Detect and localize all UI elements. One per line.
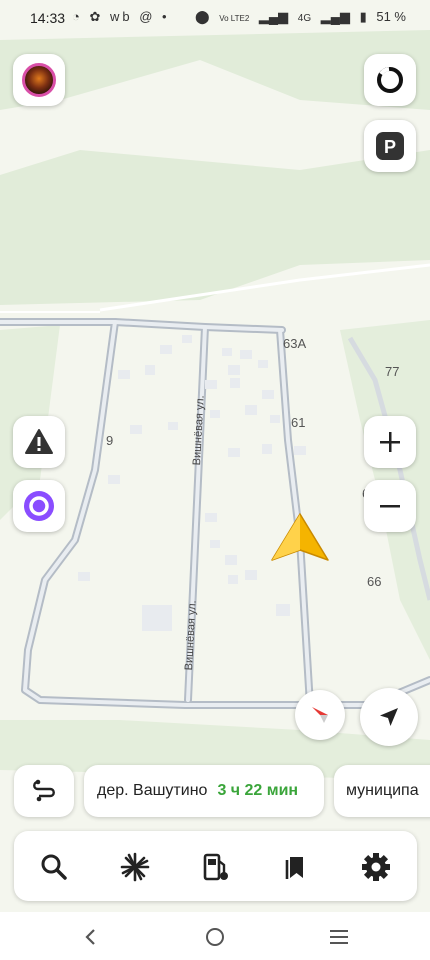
signal-icon: ▂▄▆ [258, 9, 289, 24]
next-chip[interactable]: муниципа [334, 765, 430, 817]
locate-me-button[interactable] [360, 688, 418, 746]
alice-ring-icon [377, 67, 403, 93]
location-icon: ⬤ [195, 9, 210, 24]
zoom-out-button[interactable] [364, 480, 416, 532]
back-chevron-icon [85, 929, 95, 945]
signal-type: 4G [297, 13, 312, 24]
fuel-button[interactable] [194, 845, 238, 889]
search-icon [41, 854, 67, 880]
house-number: 9 [106, 433, 114, 448]
system-nav-bar [0, 912, 430, 960]
location-arrow-icon [380, 708, 398, 726]
bookmarks-button[interactable] [274, 845, 318, 889]
settings-button[interactable] [354, 845, 398, 889]
route-options-button[interactable] [14, 765, 74, 817]
discovery-icon [120, 852, 150, 882]
back-button[interactable] [76, 922, 106, 952]
house-number: 61 [291, 415, 306, 430]
route-summary-chip[interactable]: дер. Вашутино 3 ч 22 мин [84, 765, 324, 817]
compass-button[interactable] [295, 690, 345, 740]
recents-button[interactable] [324, 922, 354, 952]
house-number: 77 [385, 364, 400, 379]
alice-icon [24, 491, 54, 521]
profile-button[interactable] [13, 54, 65, 106]
status-right: ⬤ Vo LTE2 ▂▄▆ 4G ▂▄▆ ▮ 51 % [189, 9, 406, 25]
menu-lines-icon [330, 930, 348, 944]
search-button[interactable] [32, 845, 76, 889]
signal-icon: ▂▄▆ [320, 9, 350, 24]
plus-icon [380, 432, 400, 452]
discovery-button[interactable] [113, 845, 157, 889]
eta-label: 3 ч 22 мин [217, 782, 299, 799]
fuel-icon [203, 853, 228, 881]
house-number: 66 [367, 574, 382, 589]
compass-icon [312, 707, 328, 723]
warning-icon [25, 429, 53, 454]
status-time: 14:33 [30, 10, 66, 26]
parking-icon: P [376, 132, 404, 160]
status-bar: 14:33 ◔ ✿ wb @ • ⬤ Vo LTE2 ▂▄▆ 4G ▂▄▆ ▮ … [0, 0, 430, 36]
notification-icons: ◔ ✿ wb @ • [72, 9, 170, 24]
network-label: Vo LTE2 [219, 14, 250, 23]
current-position-arrow-icon [271, 513, 329, 561]
alice-button[interactable] [13, 480, 65, 532]
zoom-in-button[interactable] [364, 416, 416, 468]
voice-assistant-button[interactable] [364, 54, 416, 106]
report-incident-button[interactable] [13, 416, 65, 468]
battery-percent: 51 % [376, 9, 406, 24]
next-chip-label: муниципа [346, 782, 419, 799]
avatar [22, 63, 56, 97]
bottom-toolbar [14, 831, 417, 901]
minus-icon [380, 505, 400, 508]
settings-icon [362, 853, 390, 881]
home-circle-icon [206, 928, 224, 946]
destination-label: дер. Вашутино [97, 782, 208, 799]
svg-text:P: P [384, 137, 396, 157]
route-icon [33, 779, 55, 802]
parking-button[interactable]: P [364, 120, 416, 172]
bookmarks-icon [285, 857, 303, 879]
home-button[interactable] [200, 922, 230, 952]
house-number: 63А [283, 336, 307, 351]
battery-icon: ▮ [359, 9, 367, 24]
